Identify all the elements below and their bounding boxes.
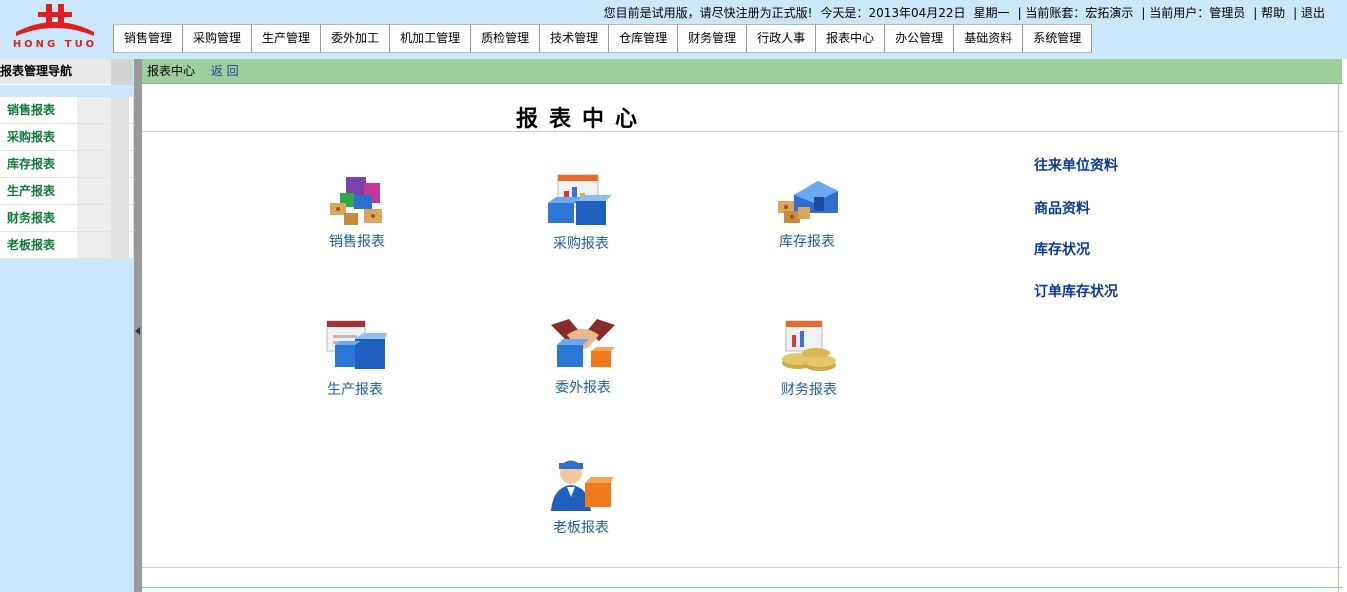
- production-report-button[interactable]: 生产报表: [300, 319, 410, 399]
- collapse-arrow-icon[interactable]: [135, 327, 140, 335]
- nav-item-label: 生产报表: [7, 184, 56, 198]
- nav-item-label: 销售报表: [7, 103, 56, 117]
- report-nav-panel: 报表管理导航 销售报表 采购报表 库存报表 生产报表 财务报表 老板报表: [0, 59, 133, 592]
- manager-icon: [551, 460, 613, 511]
- nav-item-inventory-report[interactable]: 库存报表: [0, 151, 133, 178]
- link-partner-data[interactable]: 往来单位资料: [1034, 155, 1118, 175]
- sales-report-button[interactable]: 销售报表: [302, 173, 412, 251]
- breadcrumb: 报表中心 返 回: [142, 59, 1342, 84]
- outsource-report-button[interactable]: 委外报表: [528, 317, 638, 397]
- boss-report-label: 老板报表: [553, 520, 609, 536]
- menu-system[interactable]: 系统管理: [1022, 24, 1093, 53]
- menu-finance[interactable]: 财务管理: [677, 24, 747, 53]
- top-info-bar: 您目前是试用版，请尽快注册为正式版! 今天是：2013年04月22日 星期一 |…: [600, 4, 1329, 20]
- divider: [142, 131, 1342, 132]
- nav-item-finance-report[interactable]: 财务报表: [0, 205, 133, 232]
- menu-sales[interactable]: 销售管理: [113, 24, 183, 53]
- link-inventory-status[interactable]: 库存状况: [1034, 239, 1090, 259]
- panel-splitter[interactable]: [134, 59, 142, 592]
- today-label: 今天是：2013年04月22日: [820, 6, 966, 20]
- nav-item-boss-report[interactable]: 老板报表: [0, 232, 133, 259]
- nav-item-label: 老板报表: [7, 238, 56, 252]
- nav-item-sales-report[interactable]: 销售报表: [0, 97, 133, 124]
- coins-icon: [782, 320, 836, 371]
- menu-production[interactable]: 生产管理: [251, 24, 321, 53]
- link-order-inventory-status[interactable]: 订单库存状况: [1034, 281, 1118, 301]
- inventory-report-label: 库存报表: [779, 234, 835, 250]
- breadcrumb-current: 报表中心: [147, 64, 196, 78]
- account-label: | 当前账套：宏拓演示: [1017, 6, 1134, 20]
- link-product-data[interactable]: 商品资料: [1034, 198, 1090, 218]
- menu-quality[interactable]: 质检管理: [470, 24, 540, 53]
- outsource-report-label: 委外报表: [555, 380, 611, 396]
- menu-technical[interactable]: 技术管理: [539, 24, 609, 53]
- page-title: 报表中心: [516, 106, 649, 132]
- purchase-chart-icon: [548, 174, 612, 225]
- weekday-label: 星期一: [973, 6, 1010, 20]
- menu-purchase[interactable]: 采购管理: [182, 24, 252, 53]
- logout-link[interactable]: | 退出: [1289, 4, 1329, 20]
- divider: [142, 567, 1342, 568]
- finance-report-label: 财务报表: [781, 382, 837, 398]
- inventory-report-button[interactable]: 库存报表: [752, 173, 862, 251]
- header: HONG TUO 您目前是试用版，请尽快注册为正式版! 今天是：2013年04月…: [0, 0, 1347, 56]
- sales-boxes-icon: [330, 177, 382, 225]
- trial-notice: 您目前是试用版，请尽快注册为正式版!: [603, 6, 813, 20]
- production-report-label: 生产报表: [327, 382, 383, 398]
- help-link[interactable]: | 帮助: [1249, 4, 1289, 20]
- menu-basic-data[interactable]: 基础资料: [953, 24, 1023, 53]
- nav-item-production-report[interactable]: 生产报表: [0, 178, 133, 205]
- main-content: 报表中心 返 回 报表中心 销售报表 采购报表 库存报表 生产报表 委外报表 财…: [142, 59, 1347, 592]
- nav-item-purchase-report[interactable]: 采购报表: [0, 124, 133, 151]
- menu-warehouse[interactable]: 仓库管理: [608, 24, 678, 53]
- menu-machining[interactable]: 机加工管理: [389, 24, 471, 53]
- menu-outsource[interactable]: 委外加工: [320, 24, 390, 53]
- warehouse-icon: [778, 181, 838, 223]
- handshake-icon: [551, 319, 615, 367]
- nav-header: 报表管理导航: [0, 59, 133, 85]
- footer-bar: [142, 587, 1342, 592]
- production-boxes-icon: [326, 320, 387, 369]
- nav-item-label: 库存报表: [7, 157, 56, 171]
- nav-item-label: 采购报表: [7, 130, 56, 144]
- company-logo: HONG TUO: [8, 2, 102, 50]
- user-label: | 当前用户：管理员: [1141, 6, 1246, 20]
- nav-title: 报表管理导航: [0, 64, 73, 78]
- finance-report-button[interactable]: 财务报表: [754, 319, 864, 399]
- boss-report-button[interactable]: 老板报表: [526, 457, 636, 537]
- main-menu: 销售管理 采购管理 生产管理 委外加工 机加工管理 质检管理 技术管理 仓库管理…: [113, 24, 1093, 53]
- menu-report-center[interactable]: 报表中心: [815, 24, 885, 53]
- purchase-report-label: 采购报表: [553, 236, 609, 252]
- logo-text: HONG TUO: [13, 39, 97, 50]
- menu-office[interactable]: 办公管理: [884, 24, 954, 53]
- purchase-report-button[interactable]: 采购报表: [526, 173, 636, 253]
- back-link[interactable]: 返 回: [211, 64, 239, 78]
- sales-report-label: 销售报表: [329, 234, 385, 250]
- menu-admin-hr[interactable]: 行政人事: [746, 24, 816, 53]
- right-border: [1338, 59, 1343, 592]
- nav-item-label: 财务报表: [7, 211, 56, 225]
